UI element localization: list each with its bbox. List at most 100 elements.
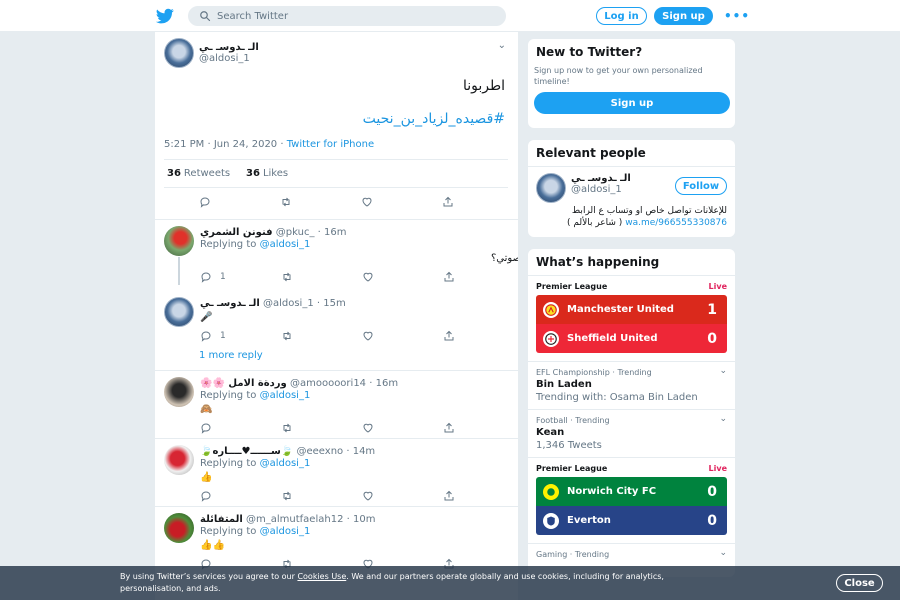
likes-label: Likes: [262, 168, 289, 179]
twitter-bird-icon[interactable]: [155, 7, 174, 25]
trend-name: Kean: [536, 427, 565, 438]
reply-time[interactable]: · 16m: [369, 378, 398, 389]
avatar[interactable]: [164, 226, 194, 256]
share-icon[interactable]: [443, 330, 455, 342]
reply-tweet[interactable]: فنونن الشمري @pkuc_ · 16m Replying to @a…: [155, 220, 518, 371]
trend-name: Bin Laden: [536, 379, 592, 390]
sidebar-signup-button[interactable]: Sign up: [534, 92, 730, 114]
retweet-icon[interactable]: [281, 271, 293, 283]
replying-to-link[interactable]: @aldosi_1: [260, 458, 311, 469]
reply-actions: [200, 490, 518, 502]
chevron-down-icon[interactable]: ⌄: [498, 40, 506, 51]
club-crest-icon: [543, 512, 559, 529]
replying-prefix: Replying to: [200, 526, 257, 537]
avatar[interactable]: [164, 513, 194, 543]
share-icon[interactable]: [443, 490, 455, 502]
reply-tweet[interactable]: 🌸🌸 وردةة الامل @amooooori14 · 16m Replyi…: [155, 371, 518, 439]
live-match[interactable]: Premier League Live Manchester United 1 Sh…: [528, 276, 735, 362]
chevron-down-icon[interactable]: ⌄: [719, 548, 727, 558]
reply-icon[interactable]: [200, 330, 212, 342]
more-options-icon[interactable]: •••: [724, 9, 750, 23]
like-icon[interactable]: [362, 422, 374, 434]
cookie-text: By using Twitter’s services you agree to…: [120, 571, 720, 595]
reply-author-handle[interactable]: @m_almutfaelah12: [246, 514, 343, 525]
relevant-person[interactable]: الـ ـدوسـ ـي @aldosi_1 Follow: [528, 167, 735, 203]
reply-author-name[interactable]: المتفائلة: [200, 514, 243, 525]
like-icon[interactable]: [361, 196, 373, 208]
tweet-actions: [164, 188, 508, 208]
reply-icon[interactable]: [199, 196, 211, 208]
share-icon[interactable]: [443, 422, 455, 434]
team-row: Sheffield United 0: [536, 324, 727, 353]
retweet-icon[interactable]: [281, 422, 293, 434]
card-title: What’s happening: [528, 249, 735, 276]
retweet-icon[interactable]: [281, 490, 293, 502]
tweet-source-link[interactable]: Twitter for iPhone: [287, 139, 374, 150]
retweet-icon[interactable]: [281, 330, 293, 342]
retweets-label: Retweets: [183, 168, 231, 179]
like-icon[interactable]: [362, 490, 374, 502]
search-box[interactable]: [188, 6, 506, 26]
reply-author-name[interactable]: 🌸🌸 وردةة الامل: [200, 378, 287, 389]
bio-link[interactable]: wa.me/966555330876: [625, 218, 727, 228]
top-bar: Log in Sign up •••: [0, 0, 900, 32]
avatar[interactable]: [164, 297, 194, 327]
share-icon[interactable]: [442, 196, 454, 208]
reply-time[interactable]: · 15m: [317, 298, 346, 309]
trend-item[interactable]: EFL Championship · Trending Bin Laden Tr…: [528, 362, 735, 410]
reply-icon[interactable]: [200, 490, 212, 502]
follow-button[interactable]: Follow: [675, 177, 727, 195]
retweet-icon[interactable]: [280, 196, 292, 208]
share-icon[interactable]: [443, 271, 455, 283]
author-handle[interactable]: @aldosi_1: [199, 53, 259, 64]
person-name[interactable]: الـ ـدوسـ ـي: [571, 173, 631, 184]
likes-stat[interactable]: 36 Likes: [246, 168, 288, 179]
close-button[interactable]: Close: [836, 574, 883, 592]
reply-author-handle[interactable]: @pkuc_: [276, 227, 315, 238]
live-match[interactable]: Premier League Live Norwich City FC 0 Ever…: [528, 458, 735, 544]
author-name[interactable]: الـ ـدوسـ ـي: [199, 42, 259, 53]
login-button[interactable]: Log in: [596, 7, 647, 25]
reply-tweet[interactable]: المتفائلة @m_almutfaelah12 · 10m Replyin…: [155, 507, 518, 575]
reply-author-name[interactable]: الـ ـدوسـ ـي: [200, 298, 260, 309]
avatar[interactable]: [164, 445, 194, 475]
more-replies-link[interactable]: 1 more reply: [164, 348, 508, 370]
chevron-down-icon[interactable]: ⌄: [719, 366, 727, 376]
team-name: Sheffield United: [567, 333, 658, 344]
reply-author-handle[interactable]: @amooooori14: [290, 378, 366, 389]
person-handle[interactable]: @aldosi_1: [571, 184, 631, 195]
reply-author-name[interactable]: 🍃ســــــ♥ــــاره🍃: [200, 446, 293, 457]
signup-button[interactable]: Sign up: [654, 7, 713, 25]
reply-count: 1: [220, 272, 226, 282]
team-row: Manchester United 1: [536, 295, 727, 324]
chevron-down-icon[interactable]: ⌄: [719, 414, 727, 424]
reply-time[interactable]: · 16m: [318, 227, 347, 238]
search-input[interactable]: [217, 10, 497, 22]
cookie-banner: By using Twitter’s services you agree to…: [0, 566, 900, 600]
thread-reply[interactable]: الـ ـدوسـ ـي @aldosi_1 · 15m 🎤 1: [164, 297, 508, 342]
team-score: 0: [707, 483, 717, 500]
avatar[interactable]: [536, 173, 566, 203]
tweet-hashtag[interactable]: #قصيده_لزياد_بن_نحيت: [164, 111, 508, 127]
reply-author-handle[interactable]: @aldosi_1: [263, 298, 314, 309]
reply-time[interactable]: · 14m: [346, 446, 375, 457]
tweet-time[interactable]: 5:21 PM · Jun 24, 2020: [164, 139, 277, 150]
reply-icon[interactable]: [200, 422, 212, 434]
cookies-use-link[interactable]: Cookies Use: [297, 572, 346, 581]
like-icon[interactable]: [362, 330, 374, 342]
replying-to-link[interactable]: @aldosi_1: [260, 390, 311, 401]
retweets-stat[interactable]: 36 Retweets: [167, 168, 230, 179]
avatar[interactable]: [164, 377, 194, 407]
replying-to-link[interactable]: @aldosi_1: [260, 239, 311, 250]
trend-item[interactable]: Gaming · Trending ⌄: [528, 544, 735, 565]
reply-tweet[interactable]: 🍃ســــــ♥ــــاره🍃 @eeexno · 14m Replying…: [155, 439, 518, 507]
avatar[interactable]: [164, 38, 194, 68]
reply-author-name[interactable]: فنونن الشمري: [200, 227, 273, 238]
trend-item[interactable]: Football · Trending Kean 1,346 Tweets ⌄: [528, 410, 735, 458]
reply-time[interactable]: · 10m: [347, 514, 376, 525]
replying-to-link[interactable]: @aldosi_1: [260, 526, 311, 537]
reply-author-handle[interactable]: @eeexno: [297, 446, 344, 457]
more-replies-label[interactable]: 1 more reply: [199, 350, 263, 361]
like-icon[interactable]: [362, 271, 374, 283]
reply-icon[interactable]: [200, 271, 212, 283]
